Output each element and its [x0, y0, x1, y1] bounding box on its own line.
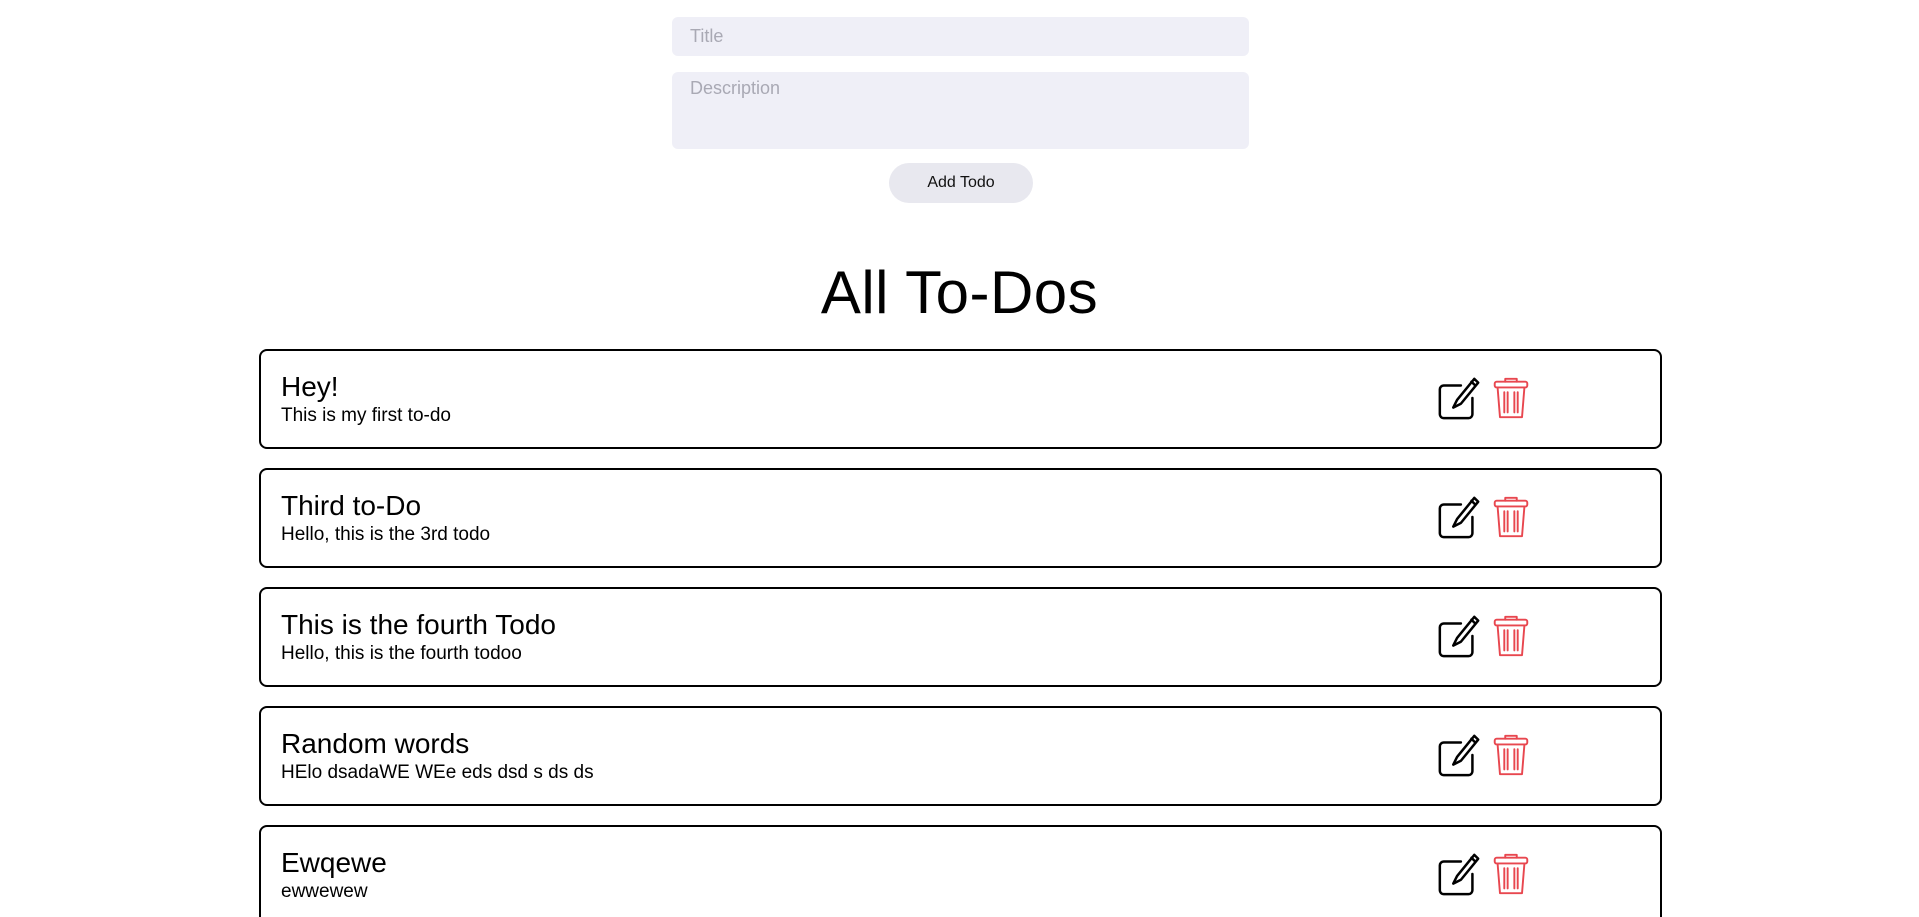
todo-item: Random words HElo dsadaWE WEe eds dsd s … [259, 706, 1662, 806]
title-input[interactable] [672, 17, 1249, 56]
todo-description: HElo dsadaWE WEe eds dsd s ds ds [281, 762, 594, 783]
todo-title: Random words [281, 728, 470, 759]
todo-title: Ewqewe [281, 847, 387, 878]
todo-item: Ewqewe ewwewew [259, 825, 1662, 917]
trash-icon[interactable] [1488, 732, 1534, 778]
todo-item: Hey! This is my first to-do [259, 349, 1662, 449]
todo-description: Hello, this is the 3rd todo [281, 524, 491, 545]
edit-icon[interactable] [1436, 613, 1482, 659]
todo-description: ewwewew [281, 881, 368, 902]
trash-icon[interactable] [1488, 613, 1534, 659]
edit-icon[interactable] [1436, 494, 1482, 540]
add-todo-button[interactable]: Add Todo [889, 163, 1033, 203]
todo-title: This is the fourth Todo [281, 609, 556, 640]
todo-list: Hey! This is my first to-do Third to-Do … [259, 349, 1662, 917]
todo-description: Hello, this is the fourth todoo [281, 643, 522, 664]
trash-icon[interactable] [1488, 494, 1534, 540]
page-title: All To-Dos [820, 259, 1099, 326]
todo-description: This is my first to-do [281, 405, 451, 426]
edit-icon[interactable] [1436, 851, 1482, 897]
trash-icon[interactable] [1488, 375, 1534, 421]
edit-icon[interactable] [1436, 732, 1482, 778]
edit-icon[interactable] [1436, 375, 1482, 421]
add-todo-form [672, 17, 1249, 149]
todo-item: Third to-Do Hello, this is the 3rd todo [259, 468, 1662, 568]
todo-item: This is the fourth Todo Hello, this is t… [259, 587, 1662, 687]
todo-title: Third to-Do [281, 490, 422, 521]
trash-icon[interactable] [1488, 851, 1534, 897]
todo-app: Add Todo All To-Dos Hey! This is my firs… [0, 0, 1919, 917]
todo-title: Hey! [281, 371, 339, 402]
description-input[interactable] [672, 72, 1249, 149]
